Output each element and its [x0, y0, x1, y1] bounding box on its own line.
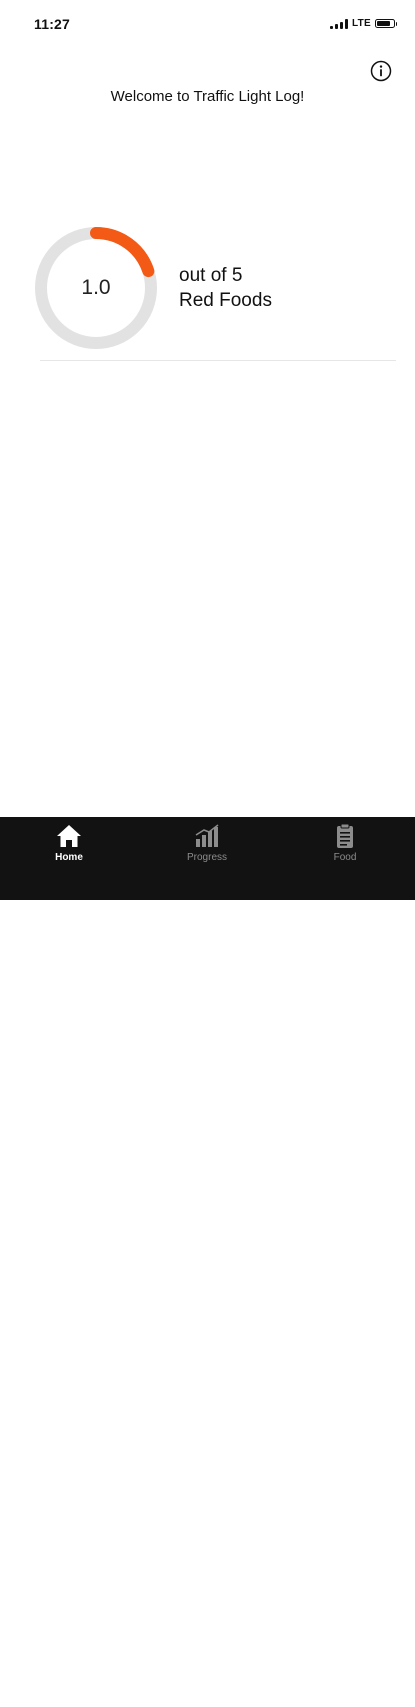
welcome-title: Welcome to Traffic Light Log!	[110, 88, 305, 105]
signal-icon	[329, 18, 348, 29]
red-foods-count: 1.0	[81, 276, 111, 299]
status-time: 11:27	[34, 16, 71, 32]
tab-bar: Home Progress Food	[0, 817, 415, 1707]
network-type: LTE	[351, 18, 371, 29]
status-bar: 11:27 LTE	[0, 0, 415, 50]
tab-progress[interactable]: Progress	[167, 823, 247, 875]
progress-caption-total: out of 5	[179, 265, 243, 286]
progress-caption-category: Red Foods	[179, 290, 272, 311]
info-button[interactable]	[370, 60, 392, 82]
section-divider	[40, 360, 396, 361]
clipboard-icon	[337, 823, 353, 848]
home-icon	[57, 825, 81, 847]
tab-progress-label: Progress	[186, 852, 227, 863]
progress-caption: out of 5 Red Foods	[179, 263, 272, 313]
home-indicator	[135, 1702, 281, 1707]
info-circle-icon	[370, 60, 392, 82]
tab-food[interactable]: Food	[305, 823, 385, 875]
tab-home-label: Home	[55, 852, 83, 863]
tab-food-label: Food	[333, 852, 357, 863]
battery-icon	[375, 19, 397, 28]
tab-home[interactable]: Home	[29, 823, 109, 875]
status-indicators: LTE	[329, 18, 397, 29]
bar-chart-icon	[195, 824, 219, 847]
